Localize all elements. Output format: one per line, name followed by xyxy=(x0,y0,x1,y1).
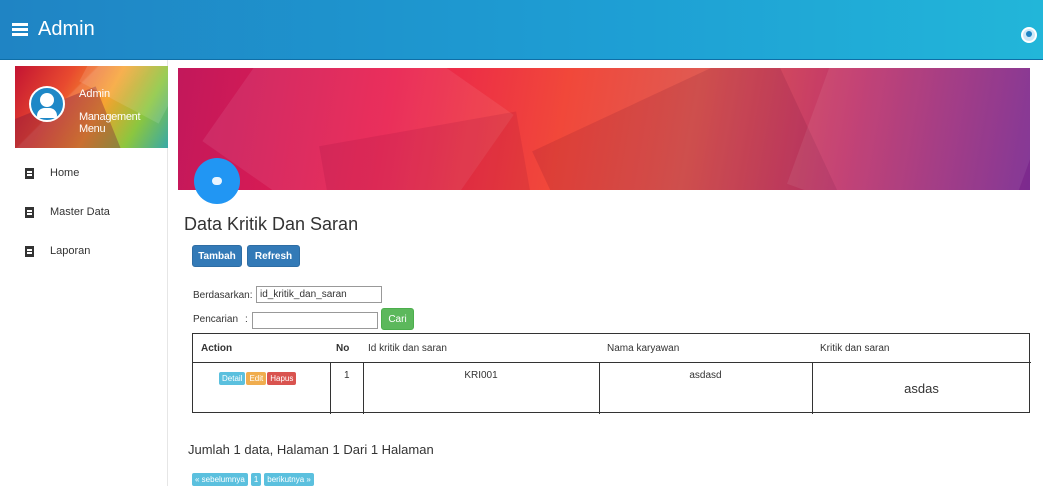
sidebar: Admin Management Menu Home Master Data L… xyxy=(0,60,168,486)
profile-card: Admin Management Menu xyxy=(15,66,168,148)
page-1-button[interactable]: 1 xyxy=(250,473,262,486)
table-summary: Jumlah 1 data, Halaman 1 Dari 1 Halaman xyxy=(188,442,434,457)
table-header-no: No xyxy=(336,343,350,354)
book-icon xyxy=(25,206,34,218)
search-input[interactable] xyxy=(252,312,378,329)
delete-button[interactable]: Hapus xyxy=(267,372,297,385)
next-page-button[interactable]: berikutnya » xyxy=(264,473,314,486)
header-banner xyxy=(178,68,1030,190)
add-button[interactable]: Tambah xyxy=(192,245,242,267)
profile-name: Admin xyxy=(79,88,111,100)
sidebar-item-label: Home xyxy=(50,167,80,179)
detail-button[interactable]: Detail xyxy=(219,372,246,385)
sidebar-item-home[interactable]: Home xyxy=(0,160,168,186)
banner-badge-icon xyxy=(194,158,240,204)
search-button[interactable]: Cari xyxy=(381,308,414,330)
row-actions: Detail Edit Hapus xyxy=(219,372,297,385)
refresh-button[interactable]: Refresh xyxy=(247,245,300,267)
cell-id: KRI001 xyxy=(464,370,498,381)
app-title[interactable]: Admin xyxy=(38,18,95,41)
book-icon xyxy=(25,167,34,179)
filter-by-label: Berdasarkan: xyxy=(193,290,253,301)
pagination: « sebelumnya 1 berikutnya » xyxy=(192,473,317,486)
app-brand[interactable]: Admin xyxy=(12,18,95,41)
data-table: Action No Id kritik dan saran Nama karya… xyxy=(192,333,1031,414)
page-title: Data Kritik Dan Saran xyxy=(184,214,359,234)
table-header-id: Id kritik dan saran xyxy=(368,343,447,354)
edit-button[interactable]: Edit xyxy=(246,372,267,385)
cell-kritik: asdas xyxy=(904,381,939,396)
search-colon: : xyxy=(245,314,248,325)
prev-page-button[interactable]: « sebelumnya xyxy=(192,473,248,486)
menu-icon[interactable] xyxy=(12,23,28,36)
table-header-kritik: Kritik dan saran xyxy=(820,343,890,354)
table-header-action: Action xyxy=(201,343,233,354)
book-icon xyxy=(25,245,34,257)
main-content: Data Kritik Dan Saran Tambah Refresh Ber… xyxy=(178,68,1043,486)
sidebar-item-label: Master Data xyxy=(50,206,110,218)
sidebar-item-label: Laporan xyxy=(50,245,91,257)
filter-by-field[interactable] xyxy=(256,286,382,303)
avatar xyxy=(29,86,65,122)
table-header-nama: Nama karyawan xyxy=(607,343,680,354)
cell-nama: asdasd xyxy=(689,370,722,381)
user-icon[interactable] xyxy=(1021,27,1037,43)
sidebar-item-master-data[interactable]: Master Data xyxy=(0,199,168,225)
profile-role: Management Menu xyxy=(79,111,141,135)
sidebar-item-laporan[interactable]: Laporan xyxy=(0,238,168,264)
top-navbar: Admin xyxy=(0,0,1043,60)
cell-no: 1 xyxy=(344,370,350,381)
search-label: Pencarian xyxy=(193,314,239,325)
